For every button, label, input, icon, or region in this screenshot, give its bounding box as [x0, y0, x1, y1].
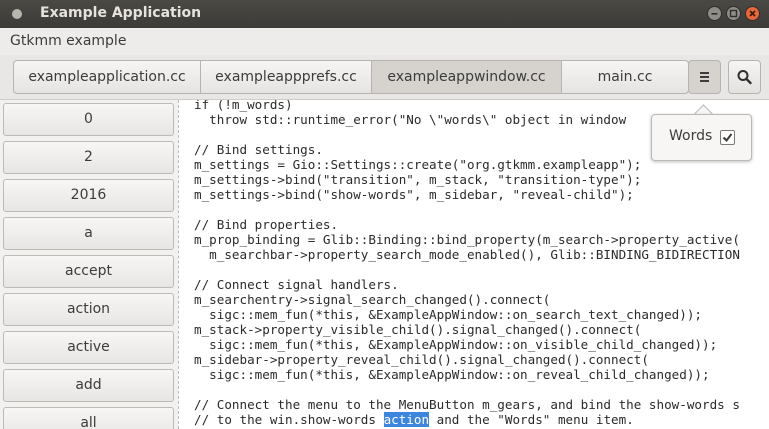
maximize-button[interactable] — [726, 6, 741, 21]
checkmark-icon — [722, 133, 733, 143]
app-icon — [12, 9, 22, 19]
code-line-last: // to the win.show-words action and the … — [194, 412, 634, 427]
word-button[interactable]: 2 — [3, 141, 174, 174]
code-line: // Connect the menu to the MenuButton m_… — [194, 397, 740, 412]
code-line: // Bind properties. — [194, 217, 339, 232]
word-button[interactable]: active — [3, 331, 174, 364]
words-sidebar: 0 2 2016 a accept action active add all — [0, 100, 178, 429]
code-line: m_settings->bind("transition", m_stack, … — [194, 172, 642, 187]
gears-popover: Words — [651, 114, 752, 161]
word-button[interactable]: action — [3, 293, 174, 326]
title-bar: Example Application — [0, 0, 769, 28]
tab-exampleapplication[interactable]: exampleapplication.cc — [14, 61, 201, 93]
code-line: // Bind settings. — [194, 142, 323, 157]
code-line: m_sidebar->property_reveal_child().signa… — [194, 352, 649, 367]
word-button[interactable]: add — [3, 369, 174, 402]
code-line: if (!m_words) — [194, 100, 293, 112]
menu-bar: Gtkmm example — [0, 28, 769, 55]
word-button[interactable]: 0 — [3, 103, 174, 136]
close-icon — [749, 10, 756, 17]
tab-main[interactable]: main.cc — [562, 61, 688, 93]
code-line: sigc::mem_fun(*this, &ExampleAppWindow::… — [194, 307, 702, 322]
code-text-after: and the "Words" menu item. — [429, 412, 634, 427]
maximize-icon — [729, 9, 738, 18]
search-toggle-button[interactable] — [728, 60, 761, 94]
words-checkbox[interactable] — [720, 130, 735, 145]
search-highlight: action — [383, 412, 430, 427]
code-line: m_settings->bind("show-words", m_sidebar… — [194, 187, 634, 202]
words-toggle-label[interactable]: Words — [669, 128, 712, 144]
word-button[interactable]: all — [3, 407, 174, 429]
code-line: // Connect signal handlers. — [194, 277, 399, 292]
code-line: m_searchbar->property_search_mode_enable… — [194, 247, 740, 262]
code-text-before: // to the win.show-words — [194, 412, 384, 427]
window-title: Example Application — [40, 5, 202, 21]
word-button[interactable]: 2016 — [3, 179, 174, 212]
code-line: m_prop_binding = Glib::Binding::bind_pro… — [194, 232, 740, 247]
hamburger-menu-icon — [700, 72, 709, 82]
word-button[interactable]: a — [3, 217, 174, 250]
tab-exampleappprefs[interactable]: exampleappprefs.cc — [201, 61, 372, 93]
word-button[interactable]: accept — [3, 255, 174, 288]
magnifier-icon — [737, 70, 752, 85]
code-line: throw std::runtime_error("No \"words\" o… — [194, 112, 627, 127]
code-line: m_settings = Gio::Settings::create("org.… — [194, 157, 642, 172]
toolbar: exampleapplication.cc exampleappprefs.cc… — [0, 55, 769, 100]
minimize-button[interactable] — [707, 6, 722, 21]
code-line: m_searchentry->signal_search_changed().c… — [194, 292, 551, 307]
tab-exampleappwindow[interactable]: exampleappwindow.cc — [372, 61, 562, 93]
code-line: m_stack->property_visible_child().signal… — [194, 322, 642, 337]
app-menu[interactable]: Gtkmm example — [10, 33, 126, 49]
code-line: sigc::mem_fun(*this, &ExampleAppWindow::… — [194, 367, 710, 382]
stack-switcher: exampleapplication.cc exampleappprefs.cc… — [13, 60, 689, 94]
minimize-icon — [711, 13, 718, 15]
gears-menu-button[interactable] — [688, 60, 721, 94]
close-button[interactable] — [745, 6, 760, 21]
code-line: sigc::mem_fun(*this, &ExampleAppWindow::… — [194, 337, 718, 352]
